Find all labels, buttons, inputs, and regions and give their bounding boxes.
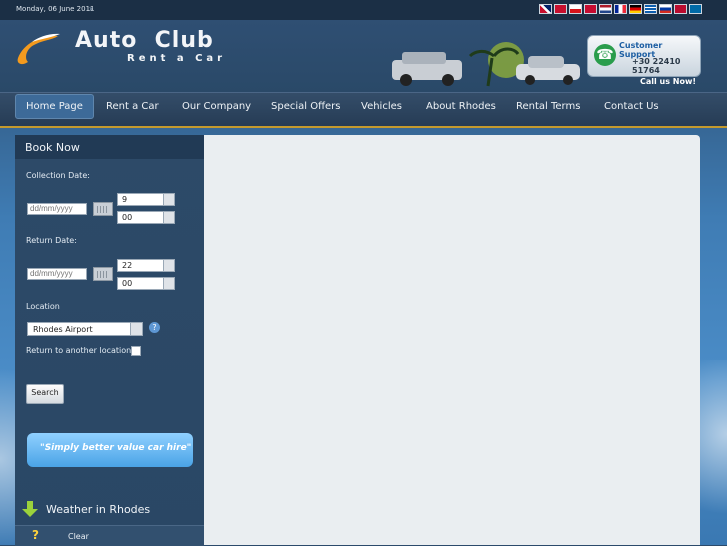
return-date-label: Return Date:	[26, 236, 77, 245]
booking-sidebar: Book Now Collection Date: 9 00 Return Da…	[15, 135, 204, 546]
return-hour-value: 22	[122, 261, 133, 270]
return-other-location-checkbox[interactable]	[131, 346, 141, 356]
logo-subtitle: Rent a Car	[127, 53, 227, 64]
main-nav: Home Page Rent a Car Our Company Special…	[0, 92, 727, 128]
nav-rental-terms[interactable]: Rental Terms	[516, 101, 580, 112]
nav-our-company[interactable]: Our Company	[182, 101, 251, 112]
flag-ru-icon[interactable]	[659, 4, 672, 14]
collection-minute-value: 00	[122, 213, 133, 222]
top-bar: Monday, 06 June 2011 x	[0, 0, 727, 21]
current-date: Monday, 06 June 2011	[16, 5, 95, 13]
flag-no-icon[interactable]	[674, 4, 687, 14]
call-us-text: Call us Now!	[640, 77, 697, 86]
promo-text: "Simply better value car hire"	[40, 443, 192, 453]
phone-globe-icon: ☎	[594, 44, 616, 66]
main-content-area	[204, 135, 700, 545]
support-phone: +30 22410 51764	[632, 57, 681, 75]
nav-home[interactable]: Home Page	[15, 94, 94, 119]
weather-unknown-icon: ?	[32, 528, 39, 542]
chevron-down-icon	[163, 278, 174, 289]
return-hour-select[interactable]: 22	[117, 259, 175, 272]
weather-title: Weather in Rhodes	[46, 503, 151, 516]
flag-fr-icon[interactable]	[614, 4, 627, 14]
nav-about-rhodes[interactable]: About Rhodes	[426, 101, 496, 112]
weather-row: ? Clear	[15, 525, 204, 546]
chevron-down-icon	[163, 260, 174, 271]
logo-title[interactable]: Auto Club	[75, 28, 214, 53]
return-calendar-icon[interactable]	[93, 267, 113, 281]
location-label: Location	[26, 302, 60, 311]
flag-se-icon[interactable]	[689, 4, 702, 14]
search-button[interactable]: Search	[26, 384, 64, 404]
background-clouds-right	[700, 360, 727, 545]
weather-condition: Clear	[68, 532, 89, 541]
collection-date-input[interactable]	[27, 203, 87, 215]
cars-palm-illustration	[392, 42, 580, 87]
background-clouds-left	[0, 330, 15, 545]
book-now-title: Book Now	[25, 141, 80, 154]
nav-rent-a-car[interactable]: Rent a Car	[106, 101, 159, 112]
location-select[interactable]: Rhodes Airport	[27, 322, 143, 336]
arrow-down-icon	[22, 501, 38, 517]
logo-swoosh-icon[interactable]	[14, 32, 66, 68]
collection-calendar-icon[interactable]	[93, 202, 113, 216]
collection-date-label: Collection Date:	[26, 171, 90, 180]
language-flags	[539, 4, 702, 14]
chevron-down-icon	[163, 212, 174, 223]
collection-hour-select[interactable]: 9	[117, 193, 175, 206]
return-minute-value: 00	[122, 279, 133, 288]
flag-de-icon[interactable]	[629, 4, 642, 14]
date-close-icon[interactable]: x	[89, 5, 93, 13]
collection-minute-select[interactable]: 00	[117, 211, 175, 224]
nav-special-offers[interactable]: Special Offers	[271, 101, 340, 112]
collection-hour-value: 9	[122, 195, 128, 204]
return-date-input[interactable]	[27, 268, 87, 280]
flag-cz-icon[interactable]	[569, 4, 582, 14]
chevron-down-icon	[130, 323, 142, 335]
book-now-header: Book Now	[15, 135, 204, 159]
return-other-location-label: Return to another location	[26, 346, 132, 355]
location-value: Rhodes Airport	[33, 325, 93, 334]
return-minute-select[interactable]: 00	[117, 277, 175, 290]
flag-gr-icon[interactable]	[644, 4, 657, 14]
flag-dk-icon[interactable]	[584, 4, 597, 14]
flag-nl-icon[interactable]	[599, 4, 612, 14]
chevron-down-icon	[163, 194, 174, 205]
nav-contact-us[interactable]: Contact Us	[604, 101, 659, 112]
flag-en-icon[interactable]	[539, 4, 552, 14]
help-icon[interactable]: ?	[149, 322, 160, 333]
nav-vehicles[interactable]: Vehicles	[361, 101, 402, 112]
customer-support-box[interactable]: ☎ Customer Support +30 22410 51764	[587, 35, 701, 77]
site-header: Auto Club Rent a Car ☎ Customer Support …	[0, 20, 727, 92]
flag-tr-icon[interactable]	[554, 4, 567, 14]
promo-banner[interactable]: "Simply better value car hire"	[27, 433, 193, 467]
